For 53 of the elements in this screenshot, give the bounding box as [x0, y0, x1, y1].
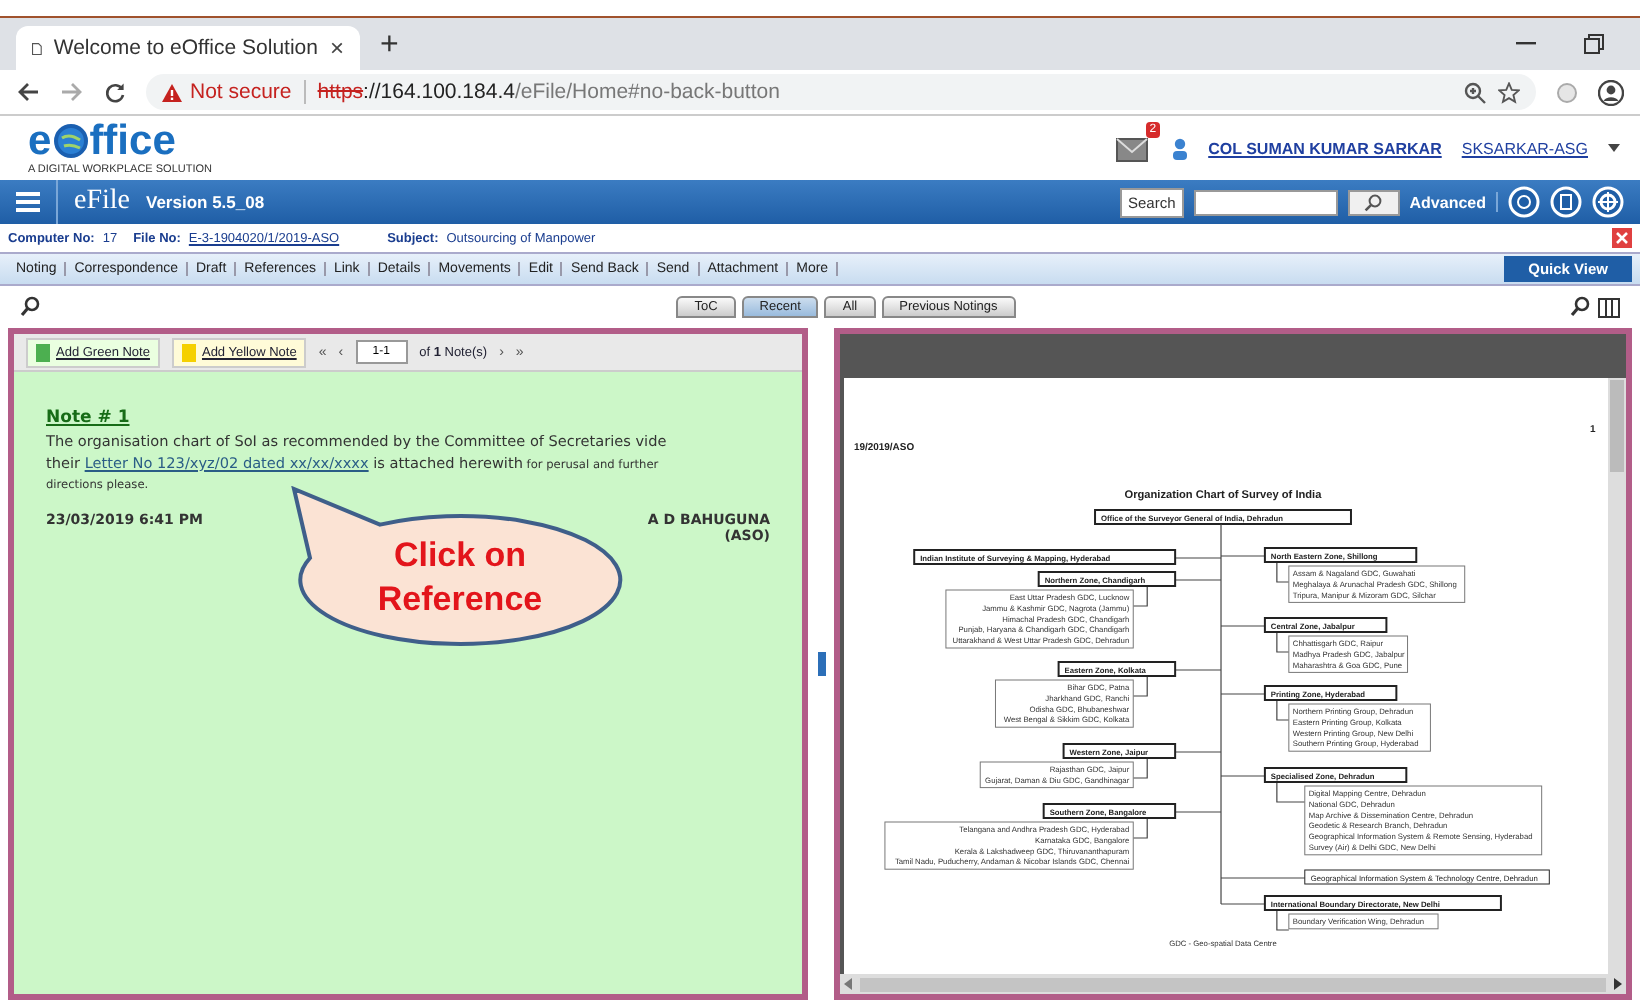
restore-icon[interactable]	[1584, 34, 1604, 54]
scrollbar-thumb[interactable]	[860, 977, 1606, 991]
search-field[interactable]	[1193, 189, 1338, 215]
note-icon	[181, 343, 196, 361]
connector-line	[1132, 817, 1148, 839]
scroll-right-icon[interactable]	[1614, 978, 1622, 990]
user-id-link[interactable]: SKSARKAR-ASG	[1461, 139, 1588, 157]
search-button[interactable]	[1347, 189, 1400, 215]
callout-text: Click on Reference	[375, 534, 545, 623]
close-tab-button[interactable]: ×	[329, 34, 344, 62]
connector-line	[1276, 781, 1306, 803]
note-title: Note # 1	[46, 408, 130, 428]
page-icon	[32, 37, 42, 59]
minimize-icon[interactable]	[1516, 42, 1536, 46]
back-icon[interactable]	[16, 82, 40, 102]
warning-icon	[162, 83, 182, 101]
splitter-handle[interactable]	[817, 652, 825, 676]
close-icon[interactable]	[1612, 228, 1632, 248]
logo: e ffice	[28, 120, 178, 162]
address-bar[interactable]: Not secure https://164.100.184.4/eFile/Home#no-back-button	[146, 74, 1536, 110]
scroll-left-icon[interactable]	[844, 978, 852, 990]
connector-line	[1132, 585, 1148, 607]
help-icon[interactable]	[1508, 186, 1540, 218]
zoom-icon[interactable]	[1569, 296, 1592, 318]
user-name-link[interactable]: COL SUMAN KUMAR SARKAR	[1208, 139, 1442, 157]
reload-icon[interactable]	[104, 81, 126, 103]
advanced-search-link[interactable]: Advanced	[1409, 193, 1486, 211]
note-icon	[36, 343, 50, 361]
document-icon[interactable]	[1550, 186, 1582, 218]
app-title: eFile	[74, 186, 130, 218]
connector-line	[1132, 757, 1148, 779]
support-icon[interactable]	[1592, 186, 1624, 218]
user-icon	[1172, 137, 1189, 159]
columns-icon[interactable]	[1597, 297, 1620, 317]
star-icon[interactable]	[1498, 81, 1520, 103]
caret-icon[interactable]	[1608, 144, 1620, 152]
browser-tab[interactable]: Welcome to eOffice Solution ×	[16, 26, 360, 70]
search-icon	[1364, 193, 1383, 211]
connector-line	[1276, 699, 1290, 721]
account-icon[interactable]	[1598, 79, 1624, 105]
connector-line	[1276, 561, 1290, 583]
connector-line	[1276, 631, 1290, 653]
zoom-icon[interactable]	[1464, 81, 1486, 103]
scrollbar-thumb[interactable]	[1610, 380, 1624, 472]
url-text: https://164.100.184.4/eFile/Home#no-back-button	[303, 80, 780, 104]
zoom-icon[interactable]	[20, 296, 42, 318]
security-label[interactable]: Not secure	[190, 80, 292, 104]
version-label: Version 5.5_08	[146, 192, 265, 212]
connector-line	[1132, 675, 1148, 697]
menu-icon[interactable]	[16, 192, 40, 212]
connector-line	[1276, 909, 1290, 931]
mail-icon[interactable]	[1116, 134, 1153, 162]
new-tab-button[interactable]: +	[380, 28, 399, 64]
